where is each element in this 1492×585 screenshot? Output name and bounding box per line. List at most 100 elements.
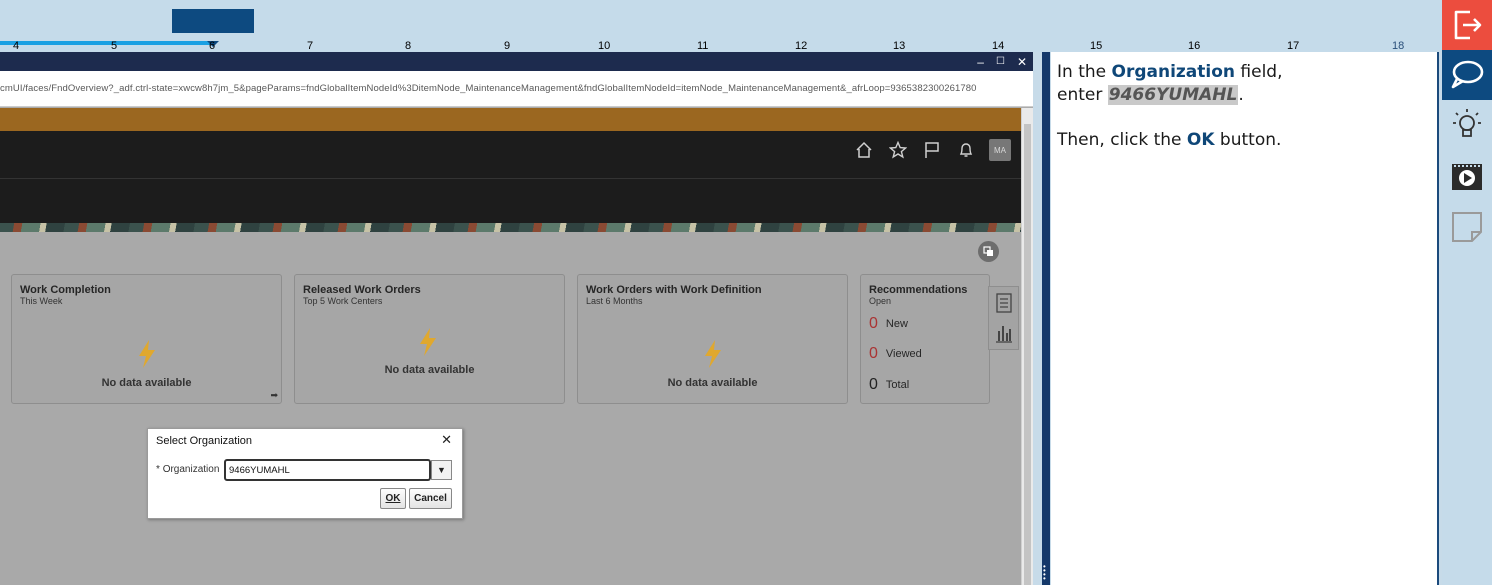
card-title: Released Work Orders: [303, 284, 421, 296]
decorative-banner: [0, 223, 1021, 232]
typed-value-highlight: 9466YUMAHL: [1107, 85, 1239, 105]
exit-icon[interactable]: [1442, 0, 1492, 50]
card-title: Recommendations: [869, 284, 968, 296]
ruler-tick: 4: [13, 40, 20, 52]
recommendation-row-new[interactable]: 0 New: [869, 315, 908, 333]
instruction-text: In the: [1057, 62, 1112, 82]
ruler-tick: 17: [1287, 40, 1300, 52]
card-subtitle: Top 5 Work Centers: [303, 296, 383, 306]
row-label: Total: [885, 379, 910, 391]
app-top-bar: [0, 108, 1021, 131]
favorites-star-icon[interactable]: [887, 139, 909, 161]
maximize-icon[interactable]: ☐: [996, 56, 1005, 68]
drag-handle-icon[interactable]: • • • •: [1043, 563, 1047, 583]
card-subtitle: This Week: [20, 296, 63, 306]
dashboard-area: Work Completion This Week No data availa…: [0, 232, 1021, 585]
count-value: 0: [869, 376, 878, 393]
button-name-highlight: OK: [1186, 130, 1215, 150]
app-header: MA: [0, 131, 1021, 223]
ruler-tick: 9: [504, 40, 511, 52]
speech-bubble-icon[interactable]: [1442, 50, 1492, 100]
row-label: Viewed: [885, 348, 922, 360]
sticky-note-icon[interactable]: [1442, 204, 1492, 250]
ruler-tick: 12: [795, 40, 808, 52]
field-label-text: Organization: [162, 464, 220, 475]
ruler-ticks: 4 5 6 7 8 9 10 11 12 13 14 15 16 17 18: [0, 40, 1442, 52]
no-data-text: No data available: [384, 364, 475, 376]
notifications-bell-icon[interactable]: [955, 139, 977, 161]
close-icon[interactable]: ✕: [441, 432, 452, 448]
no-data-text: No data available: [101, 377, 192, 389]
count-value: 0: [869, 315, 878, 332]
required-marker: *: [156, 464, 160, 475]
card-released-work-orders[interactable]: Released Work Orders Top 5 Work Centers …: [294, 274, 565, 404]
vertical-scrollbar[interactable]: [1021, 108, 1033, 585]
instruction-line-2: enter 9466YUMAHL.: [1057, 84, 1244, 107]
recommendation-row-total[interactable]: 0 Total: [869, 376, 909, 394]
instruction-text: enter: [1057, 85, 1108, 105]
ruler-tick: 8: [405, 40, 412, 52]
refresh-icon[interactable]: [978, 241, 999, 262]
ruler-strip: 4 5 6 7 8 9 10 11 12 13 14 15 16 17 18: [0, 0, 1442, 52]
lightbulb-icon[interactable]: [1442, 102, 1492, 148]
minimize-icon[interactable]: –: [977, 56, 984, 68]
instruction-text: field,: [1235, 62, 1283, 82]
avatar[interactable]: MA: [989, 139, 1011, 161]
cancel-button[interactable]: Cancel: [409, 488, 452, 509]
right-toolbar: [1442, 0, 1492, 585]
ruler-tick: 18: [1392, 40, 1405, 52]
video-play-icon[interactable]: [1442, 154, 1492, 200]
address-bar[interactable]: cmUI/faces/FndOverview?_adf.ctrl-state=x…: [0, 71, 1033, 107]
home-icon[interactable]: [853, 139, 875, 161]
instruction-text: .: [1238, 85, 1244, 105]
header-icons: MA: [853, 139, 1011, 161]
ruler-tick: 13: [893, 40, 906, 52]
card-work-orders-with-work-definition[interactable]: Work Orders with Work Definition Last 6 …: [577, 274, 848, 404]
instruction-panel: In the Organization field, enter 9466YUM…: [1051, 52, 1439, 585]
card-title: Work Completion: [20, 284, 111, 296]
ruler-highlight: [172, 9, 254, 33]
window-controls: – ☐ ✕: [977, 52, 1027, 71]
instruction-text: Then, click the: [1057, 130, 1187, 150]
no-data-text: No data available: [667, 377, 758, 389]
close-icon[interactable]: ✕: [1017, 56, 1027, 68]
lightning-bolt-icon: [702, 339, 724, 374]
ruler-tick: 7: [307, 40, 314, 52]
dialog-title: Select Organization: [156, 435, 252, 447]
lightning-bolt-icon: [136, 339, 158, 374]
list-view-icon[interactable]: [996, 293, 1012, 318]
panel-splitter[interactable]: • • • •: [1042, 52, 1050, 585]
lightning-bolt-icon: [417, 327, 439, 362]
field-name-highlight: Organization: [1111, 62, 1236, 82]
ruler-tick: 10: [598, 40, 611, 52]
scrollbar-thumb[interactable]: [1024, 124, 1031, 585]
window-titlebar: – ☐ ✕: [0, 52, 1033, 71]
recommendation-row-viewed[interactable]: 0 Viewed: [869, 345, 922, 363]
instruction-text: button.: [1214, 130, 1282, 150]
chevron-down-icon[interactable]: ▼: [431, 460, 452, 480]
flag-icon[interactable]: [921, 139, 943, 161]
ruler-tick: 14: [992, 40, 1005, 52]
cancel-button-label: Cancel: [414, 493, 447, 504]
ruler-tick: 15: [1090, 40, 1103, 52]
count-value: 0: [869, 345, 878, 362]
card-recommendations[interactable]: Recommendations Open 0 New 0 Viewed 0 To…: [860, 274, 990, 404]
side-tools-panel: [988, 286, 1019, 350]
ruler-tick: 5: [111, 40, 118, 52]
ok-button[interactable]: OK: [380, 488, 406, 509]
row-label: New: [885, 318, 908, 330]
ruler-tick: 6: [209, 40, 216, 52]
ruler-tick: 11: [697, 40, 709, 52]
organization-label: * Organization: [156, 464, 219, 475]
address-url: cmUI/faces/FndOverview?_adf.ctrl-state=x…: [0, 83, 977, 94]
ruler-tick: 16: [1188, 40, 1201, 52]
expand-arrow-icon[interactable]: ➡: [270, 390, 278, 401]
chart-view-icon[interactable]: [995, 323, 1013, 348]
card-subtitle: Last 6 Months: [586, 296, 643, 306]
ok-button-label: OK: [385, 493, 401, 504]
instruction-line-3: Then, click the OK button.: [1057, 129, 1281, 152]
instruction-line-1: In the Organization field,: [1057, 61, 1283, 84]
card-work-completion[interactable]: Work Completion This Week No data availa…: [11, 274, 282, 404]
select-organization-dialog: Select Organization ✕ * Organization ▼ O…: [147, 428, 463, 519]
organization-input[interactable]: [224, 459, 431, 481]
